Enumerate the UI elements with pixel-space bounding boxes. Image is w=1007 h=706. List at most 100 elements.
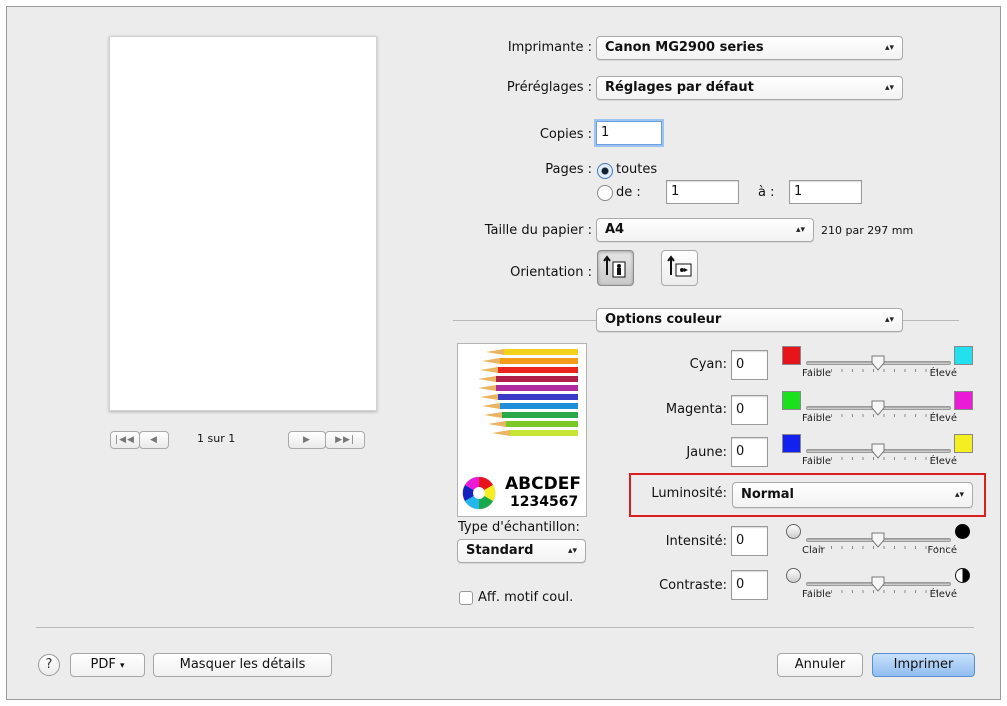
popup-arrows-icon: ▴▾ bbox=[567, 546, 577, 556]
printer-value: Canon MG2900 series bbox=[605, 40, 764, 55]
print-dialog: |◀◀ ◀ 1 sur 1 ▶ ▶▶| Imprimante : Canon M… bbox=[6, 6, 1001, 700]
magenta-label: Magenta: bbox=[665, 402, 727, 417]
dark-circle-icon bbox=[955, 524, 970, 539]
portrait-orientation-button[interactable] bbox=[597, 250, 634, 286]
cyan-high-label: Élevé bbox=[929, 368, 957, 379]
orientation-label: Orientation : bbox=[510, 265, 592, 280]
pages-from-label: de : bbox=[616, 185, 641, 200]
presets-select[interactable]: Réglages par défaut ▴▾ bbox=[596, 76, 903, 100]
low-contrast-icon bbox=[786, 568, 801, 583]
jaune-field[interactable]: 0 bbox=[731, 437, 768, 467]
popup-arrows-icon: ▴▾ bbox=[795, 225, 805, 235]
contrast-slider[interactable]: Faible Élevé bbox=[802, 576, 957, 606]
contrast-field[interactable]: 0 bbox=[731, 570, 768, 600]
slider-knob[interactable] bbox=[871, 400, 885, 416]
brightness-label: Luminosité: bbox=[651, 486, 727, 501]
pages-from-field[interactable]: 1 bbox=[666, 180, 739, 204]
intensity-field[interactable]: 0 bbox=[731, 526, 768, 556]
brightness-value: Normal bbox=[741, 487, 794, 502]
magenta-low-label: Faible bbox=[802, 413, 832, 424]
presets-label: Préréglages : bbox=[506, 80, 592, 95]
cyan-low-swatch bbox=[782, 346, 801, 365]
intensity-high-label: Foncé bbox=[927, 545, 957, 556]
print-button[interactable]: Imprimer bbox=[872, 653, 975, 677]
jaune-low-label: Faible bbox=[802, 456, 832, 467]
color-sample-image: ABCDEF 1234567 bbox=[457, 343, 587, 517]
cyan-field[interactable]: 0 bbox=[731, 350, 768, 380]
color-pattern-checkbox[interactable] bbox=[459, 591, 473, 605]
slider-knob[interactable] bbox=[871, 532, 885, 548]
section-divider-right bbox=[903, 320, 959, 321]
pages-to-label: à : bbox=[758, 185, 775, 200]
sample-type-value: Standard bbox=[466, 543, 534, 558]
cyan-high-swatch bbox=[954, 346, 973, 365]
previous-page-button[interactable]: ◀ bbox=[139, 431, 169, 449]
popup-arrows-icon: ▴▾ bbox=[884, 43, 894, 53]
next-page-button[interactable]: ▶ bbox=[288, 431, 326, 449]
printer-select[interactable]: Canon MG2900 series ▴▾ bbox=[596, 36, 903, 60]
magenta-slider[interactable]: Faible Élevé bbox=[802, 400, 957, 430]
help-button[interactable]: ? bbox=[38, 654, 60, 676]
magenta-high-swatch bbox=[954, 391, 973, 410]
jaune-label: Jaune: bbox=[686, 445, 727, 460]
popup-arrows-icon: ▴▾ bbox=[884, 315, 894, 325]
pages-all-label: toutes bbox=[616, 162, 658, 177]
color-wheel-icon bbox=[462, 476, 496, 510]
presets-value: Réglages par défaut bbox=[605, 80, 754, 95]
last-page-button[interactable]: ▶▶| bbox=[325, 431, 365, 449]
intensity-low-label: Clair bbox=[802, 545, 825, 556]
landscape-orientation-button[interactable] bbox=[661, 250, 698, 286]
cyan-slider[interactable]: Faible Élevé bbox=[802, 355, 957, 385]
magenta-high-label: Élevé bbox=[929, 413, 957, 424]
slider-knob[interactable] bbox=[871, 443, 885, 459]
cyan-low-label: Faible bbox=[802, 368, 832, 379]
jaune-slider[interactable]: Faible Élevé bbox=[802, 443, 957, 473]
pages-label: Pages : bbox=[545, 162, 592, 177]
copies-field[interactable]: 1 bbox=[596, 121, 662, 145]
magenta-field[interactable]: 0 bbox=[731, 395, 768, 425]
pdf-button[interactable]: PDF ▾ bbox=[70, 653, 145, 677]
jaune-high-swatch bbox=[954, 434, 973, 453]
help-icon: ? bbox=[45, 657, 53, 672]
section-select[interactable]: Options couleur ▴▾ bbox=[596, 308, 903, 332]
intensity-label: Intensité: bbox=[665, 534, 727, 549]
color-pattern-label: Aff. motif coul. bbox=[478, 590, 574, 605]
cancel-button[interactable]: Annuler bbox=[777, 653, 863, 677]
pages-range-radio[interactable] bbox=[597, 185, 613, 201]
paper-size-select[interactable]: A4 ▴▾ bbox=[596, 218, 814, 242]
magenta-low-swatch bbox=[782, 391, 801, 410]
colored-pencils-icon bbox=[478, 349, 578, 436]
sample-text-numbers: 1234567 bbox=[510, 494, 579, 510]
copies-label: Copies : bbox=[539, 127, 592, 142]
jaune-high-label: Élevé bbox=[929, 456, 957, 467]
jaune-low-swatch bbox=[782, 434, 801, 453]
intensity-slider[interactable]: Clair Foncé bbox=[802, 532, 957, 562]
light-circle-icon bbox=[786, 524, 801, 539]
section-divider-left bbox=[453, 320, 596, 321]
paper-dimensions: 210 par 297 mm bbox=[821, 224, 914, 237]
paper-size-value: A4 bbox=[605, 222, 625, 237]
contrast-high-label: Élevé bbox=[929, 589, 957, 600]
slider-knob[interactable] bbox=[871, 355, 885, 371]
high-contrast-icon bbox=[955, 568, 970, 583]
footer-divider bbox=[36, 627, 974, 628]
first-page-button[interactable]: |◀◀ bbox=[110, 431, 140, 449]
brightness-select[interactable]: Normal ▴▾ bbox=[732, 482, 973, 508]
popup-arrows-icon: ▴▾ bbox=[954, 490, 964, 500]
chevron-down-icon: ▾ bbox=[119, 661, 125, 671]
sample-type-label: Type d'échantillon: bbox=[458, 520, 580, 535]
contrast-low-label: Faible bbox=[802, 589, 832, 600]
contrast-label: Contraste: bbox=[659, 578, 727, 593]
pages-all-radio[interactable] bbox=[597, 163, 613, 179]
portrait-orientation-icon bbox=[603, 255, 626, 278]
sample-text-letters: ABCDEF bbox=[505, 474, 581, 494]
hide-details-button[interactable]: Masquer les détails bbox=[153, 653, 332, 677]
sample-type-select[interactable]: Standard ▴▾ bbox=[457, 539, 586, 563]
landscape-orientation-icon bbox=[667, 255, 692, 277]
page-preview bbox=[109, 36, 377, 411]
printer-label: Imprimante : bbox=[507, 40, 592, 55]
cyan-label: Cyan: bbox=[689, 357, 727, 372]
pages-to-field[interactable]: 1 bbox=[789, 180, 862, 204]
section-value: Options couleur bbox=[605, 312, 722, 327]
slider-knob[interactable] bbox=[871, 576, 885, 592]
